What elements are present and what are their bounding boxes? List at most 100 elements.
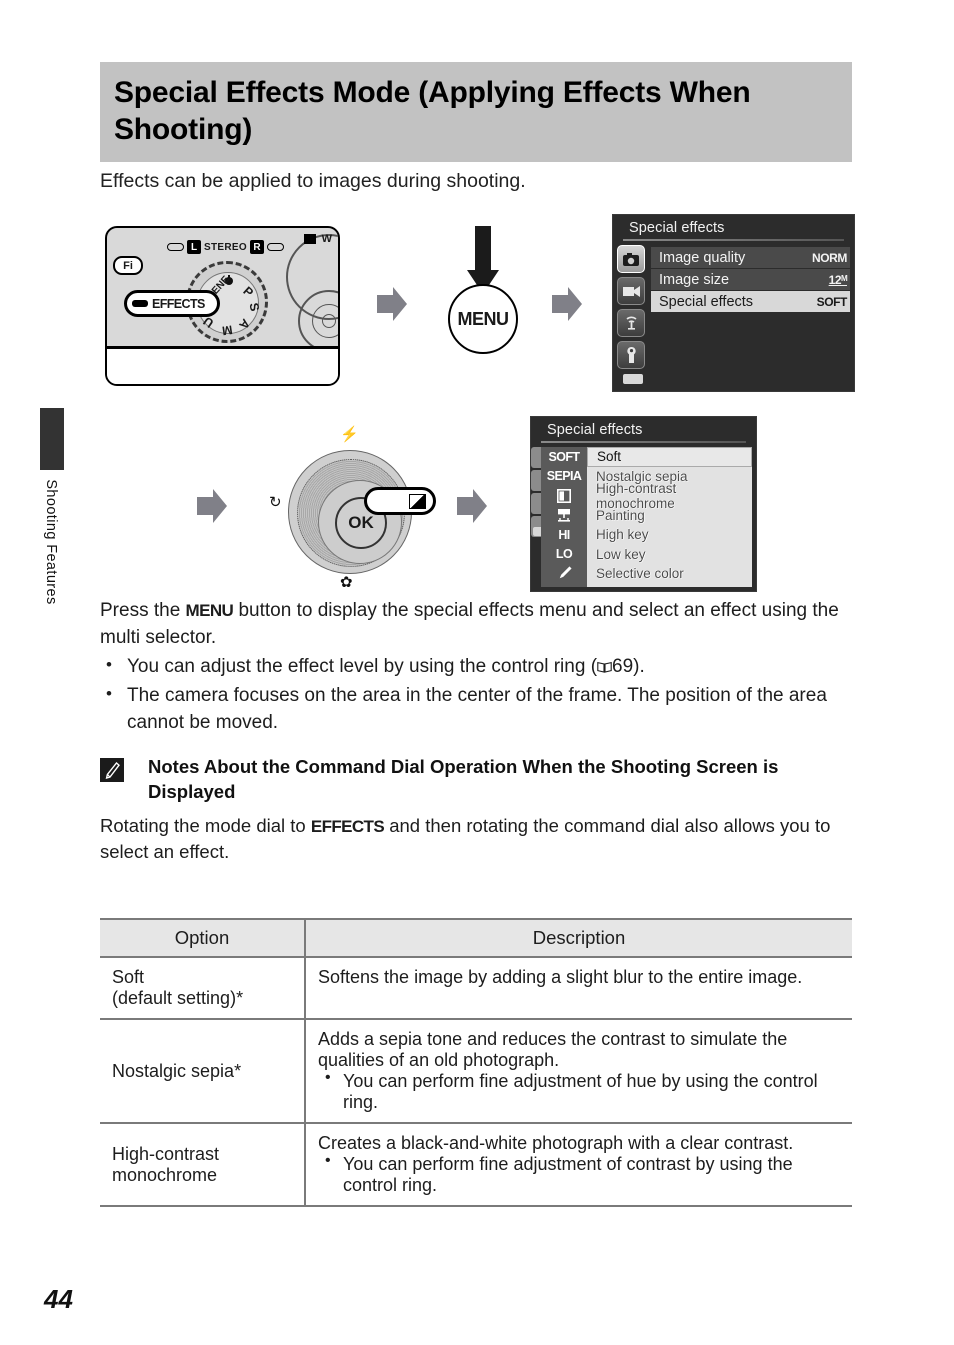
effect-item-soft[interactable]: Soft	[587, 447, 752, 467]
lead-paragraph: Press the MENU button to display the spe…	[100, 598, 852, 652]
bullet-ref: 69	[612, 655, 634, 677]
effects-mode-label: EFFECTS	[152, 296, 205, 311]
mic-port-left-icon	[167, 243, 185, 251]
effect-item-high-key[interactable]: High key	[587, 525, 752, 545]
fn-button-label: Fi	[113, 256, 143, 275]
camera-icon[interactable]	[617, 245, 645, 273]
exposure-compensation-callout	[364, 487, 436, 515]
menu-row-label: Image quality	[659, 249, 746, 266]
effect-item-high-contrast-monochrome[interactable]: High-contrast monochrome	[587, 481, 752, 511]
list-item: You can perform fine adjustment of contr…	[318, 1152, 840, 1196]
list-item: You can adjust the effect level by using…	[100, 653, 852, 681]
note-body: Rotating the mode dial to EFFECTS and th…	[100, 813, 852, 866]
stereo-left-label: L	[187, 240, 202, 254]
bullet-text-pre: The camera focuses on the area in the ce…	[127, 684, 827, 733]
intro-paragraph: Effects can be applied to images during …	[100, 170, 526, 192]
menu-button-glyph: MENU	[185, 601, 234, 620]
figure-row-selector-steps: ⚡ ↻ ✿ OK Special effects SOFT SEPIA HI L…	[100, 415, 860, 605]
flow-arrow-4-icon	[455, 487, 489, 525]
note-body-pre: Rotating the mode dial to	[100, 814, 311, 836]
table-row: Nostalgic sepia* Adds a sepia tone and r…	[100, 1019, 852, 1124]
effect-item-selective-color[interactable]: Selective color	[587, 564, 752, 584]
cell-description: Creates a black-and-white photograph wit…	[305, 1123, 852, 1207]
table-row: Soft (default setting)* Softens the imag…	[100, 957, 852, 1020]
menu-row-image-size[interactable]: Image size 12ᴹ	[651, 269, 850, 290]
battery-icon	[623, 374, 643, 384]
cell-option: High-contrast monochrome	[100, 1123, 306, 1207]
dial-letter-s: S	[246, 301, 262, 313]
lcd-menu-rows: Image quality NORM Image size 12ᴹ Specia…	[651, 247, 850, 313]
mic-port-right-icon	[266, 243, 284, 251]
dial-index-mark	[132, 300, 148, 307]
lcd-effects-title: Special effects	[547, 422, 643, 438]
dial-letter-p: P	[240, 284, 256, 300]
flow-arrow-3-icon	[195, 487, 229, 525]
dial-letter-a: A	[236, 316, 253, 332]
page-title: Special Effects Mode (Applying Effects W…	[114, 76, 751, 146]
stereo-right-label: R	[249, 240, 264, 254]
cell-option: Nostalgic sepia*	[100, 1019, 306, 1124]
page-reference-icon	[597, 655, 612, 673]
desc-lead: Creates a black-and-white photograph wit…	[318, 1133, 794, 1153]
menu-button[interactable]: MENU	[448, 284, 518, 354]
multi-selector-illustration: ⚡ ↻ ✿ OK	[260, 425, 440, 595]
menu-row-label: Image size	[659, 271, 730, 288]
column-header-option: Option	[100, 918, 306, 958]
effect-icon-high-key: HI	[558, 527, 570, 542]
note-block: Notes About the Command Dial Operation W…	[100, 755, 852, 865]
effects-icon-column: SOFT SEPIA HI LO	[541, 447, 587, 587]
stereo-text: STEREO	[204, 241, 247, 253]
effect-icon-monochrome	[541, 486, 587, 506]
cell-description: Adds a sepia tone and reduces the contra…	[305, 1019, 852, 1124]
lead-pre: Press the	[100, 600, 186, 621]
movie-icon[interactable]	[617, 277, 645, 305]
desc-bullet-list: You can perform fine adjustment of contr…	[318, 1152, 840, 1196]
figure-row-menu-steps: W L STEREO R Fi P S A M U SCENE EFFECTS …	[100, 212, 860, 397]
flash-icon: ⚡	[340, 426, 359, 443]
lcd-menu-sidebar	[617, 245, 647, 373]
bullet-text-pre: You can adjust the effect level by using…	[127, 655, 598, 677]
bullet-text-post: ).	[633, 655, 645, 677]
wifi-icon[interactable]	[617, 309, 645, 337]
note-title: Notes About the Command Dial Operation W…	[148, 756, 779, 802]
list-item: You can perform fine adjustment of hue b…	[318, 1069, 840, 1113]
page-number: 44	[44, 1284, 73, 1314]
column-header-description: Description	[305, 918, 852, 958]
lcd-special-effects-screen: Special effects SOFT SEPIA HI LO Soft No…	[530, 416, 757, 592]
camera-mode-dial-illustration: W L STEREO R Fi P S A M U SCENE EFFECTS	[105, 226, 340, 386]
chapter-tab-label: Shooting Features	[43, 479, 59, 605]
wide-zoom-square-icon	[304, 234, 316, 244]
effects-list-panel: SOFT SEPIA HI LO Soft Nostalgic sepia Hi…	[541, 447, 752, 587]
effect-icon-painting	[541, 506, 587, 526]
effects-label-column: Soft Nostalgic sepia High-contrast monoc…	[587, 447, 752, 587]
self-timer-icon: ↻	[269, 494, 282, 511]
effects-mode-glyph: EFFECTS	[310, 816, 385, 836]
stereo-mic-row: L STEREO R	[163, 239, 288, 255]
wrench-icon[interactable]	[617, 341, 645, 369]
menu-row-value: 12ᴹ	[828, 272, 848, 287]
wide-zoom-label: W	[321, 233, 332, 245]
table-header-row: Option Description	[100, 918, 852, 958]
menu-row-value: NORM	[811, 250, 847, 265]
cell-option: Soft (default setting)*	[100, 957, 306, 1020]
lcd-menu-title: Special effects	[629, 220, 725, 236]
effects-mode-callout: EFFECTS	[124, 290, 220, 317]
macro-icon: ✿	[340, 574, 353, 591]
exposure-compensation-icon	[409, 493, 426, 509]
effect-item-low-key[interactable]: Low key	[587, 545, 752, 565]
menu-row-special-effects[interactable]: Special effects SOFT	[651, 291, 850, 312]
dial-letter-m: M	[221, 322, 234, 338]
menu-row-image-quality[interactable]: Image quality NORM	[651, 247, 850, 268]
body-text-block: Press the MENU button to display the spe…	[100, 598, 852, 737]
cell-description: Softens the image by adding a slight blu…	[305, 957, 852, 1020]
list-item: The camera focuses on the area in the ce…	[100, 682, 852, 737]
pencil-icon	[100, 758, 124, 782]
menu-row-value: SOFT	[816, 294, 848, 309]
table-row: High-contrast monochrome Creates a black…	[100, 1123, 852, 1207]
lcd-shooting-menu-screen: Special effects Image quality NORM Image…	[612, 214, 855, 392]
body-bullet-list: You can adjust the effect level by using…	[100, 653, 852, 737]
flow-arrow-1-icon	[375, 285, 409, 323]
menu-row-label: Special effects	[659, 293, 754, 310]
desc-lead: Softens the image by adding a slight blu…	[318, 967, 803, 987]
special-effects-options-table: Option Description Soft (default setting…	[100, 918, 852, 1207]
